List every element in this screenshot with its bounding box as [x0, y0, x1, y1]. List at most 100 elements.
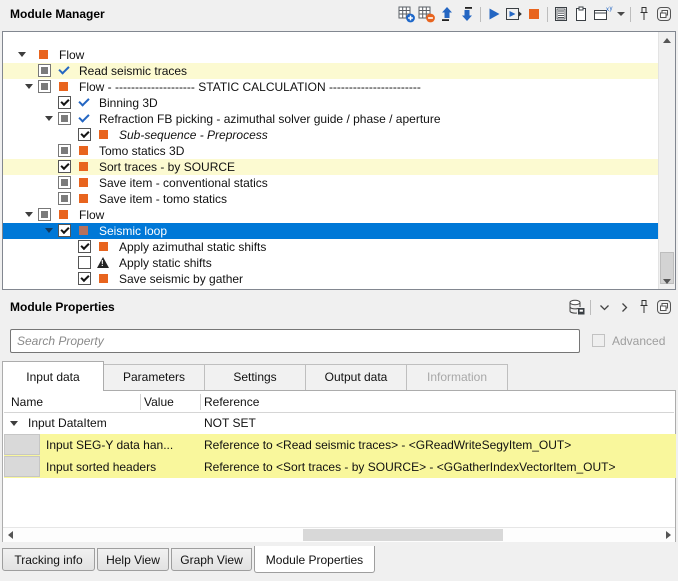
stop-button[interactable]: [524, 4, 544, 24]
scroll-left-button[interactable]: [3, 528, 17, 542]
dock-tab-module-properties[interactable]: Module Properties: [254, 546, 375, 573]
orange-square-icon: [59, 210, 68, 219]
clipboard-button[interactable]: [571, 4, 591, 24]
dock-tab-tracking-info[interactable]: Tracking info: [2, 548, 95, 571]
scroll-down-button[interactable]: [659, 273, 675, 289]
tree-row[interactable]: Apply azimuthal static shifts: [3, 239, 658, 255]
remove-module-icon: [418, 6, 436, 23]
expander-icon[interactable]: [25, 212, 33, 217]
tree-row[interactable]: Sort traces - by SOURCE: [3, 159, 658, 175]
run-interactive-button[interactable]: [504, 4, 524, 24]
table-row[interactable]: Input sorted headersReference to <Sort t…: [4, 456, 676, 478]
tree-row[interactable]: Sub-sequence - Preprocess: [3, 127, 658, 143]
row-checkbox[interactable]: [78, 272, 91, 285]
collapse-chevron-button[interactable]: [594, 297, 614, 317]
row-checkbox[interactable]: [78, 256, 91, 269]
expander-icon[interactable]: [25, 84, 33, 89]
pin-button[interactable]: [634, 4, 654, 24]
scrollbar-thumb[interactable]: [303, 529, 503, 541]
toolbar-separator: [590, 300, 591, 315]
float-button[interactable]: [654, 297, 674, 317]
row-checkbox[interactable]: [78, 240, 91, 253]
search-property-input[interactable]: [10, 329, 580, 353]
row-checkbox[interactable]: [58, 176, 71, 189]
pin-button[interactable]: [634, 297, 654, 317]
blue-check-icon: [78, 95, 89, 106]
dock-tab-graph-view[interactable]: Graph View: [171, 548, 252, 571]
pin-icon: [638, 299, 650, 315]
orange-square-icon: [79, 194, 88, 203]
expander-icon[interactable]: [45, 116, 53, 121]
scroll-up-button[interactable]: [659, 32, 675, 48]
row-checkbox[interactable]: [38, 80, 51, 93]
tree-row[interactable]: Flow - -------------------- STATIC CALCU…: [3, 79, 658, 95]
property-tabs: Input dataParametersSettingsOutput dataI…: [2, 361, 508, 390]
dock-tab-help-view[interactable]: Help View: [97, 548, 169, 571]
tree-row[interactable]: Save seismic by gather: [3, 271, 658, 287]
column-header-name[interactable]: Name: [11, 392, 43, 412]
tree-vertical-scrollbar[interactable]: [658, 32, 675, 289]
row-checkbox[interactable]: [38, 64, 51, 77]
module-tree[interactable]: FlowRead seismic tracesFlow - ----------…: [3, 32, 658, 289]
tree-row[interactable]: Save item - tomo statics: [3, 191, 658, 207]
expand-chevron-button[interactable]: [614, 297, 634, 317]
orange-square-icon: [79, 178, 88, 187]
move-down-button[interactable]: [457, 4, 477, 24]
database-save-icon: [568, 299, 586, 316]
log-view-button[interactable]: [551, 4, 571, 24]
row-checkbox[interactable]: [58, 144, 71, 157]
column-separator[interactable]: [200, 394, 201, 410]
tree-row[interactable]: Refraction FB picking - azimuthal solver…: [3, 111, 658, 127]
row-checkbox[interactable]: [78, 128, 91, 141]
tree-row[interactable]: Tomo statics 3D: [3, 143, 658, 159]
row-checkbox[interactable]: [58, 192, 71, 205]
add-module-button[interactable]: [397, 4, 417, 24]
tab-information: Information: [406, 364, 508, 390]
column-header-value[interactable]: Value: [144, 392, 174, 412]
move-up-button[interactable]: [437, 4, 457, 24]
expander-icon[interactable]: [10, 421, 18, 426]
row-checkbox[interactable]: [58, 160, 71, 173]
panel-title-text: Module Manager: [10, 7, 105, 21]
replica-dropdown-button[interactable]: [615, 4, 627, 24]
tree-row[interactable]: Save item - conventional statics: [3, 175, 658, 191]
remove-module-button[interactable]: [417, 4, 437, 24]
tree-row[interactable]: Flow: [3, 47, 658, 63]
orange-square-icon: [59, 82, 68, 91]
expander-icon[interactable]: [18, 52, 26, 57]
orange-square-icon: [99, 274, 108, 283]
advanced-checkbox[interactable]: [592, 334, 605, 347]
blue-check-icon: [78, 111, 89, 122]
tree-row[interactable]: Flow: [3, 207, 658, 223]
chevron-right-icon: [618, 301, 631, 314]
orange-square-icon: [39, 50, 48, 59]
replica-window-button[interactable]: xy: [591, 4, 615, 24]
table-row[interactable]: Input DataItemNOT SET: [4, 412, 676, 434]
tab-output-data[interactable]: Output data: [305, 364, 407, 390]
orange-square-icon: [79, 146, 88, 155]
float-button[interactable]: [654, 4, 674, 24]
scroll-right-button[interactable]: [661, 528, 675, 542]
tab-parameters[interactable]: Parameters: [103, 364, 205, 390]
tree-row[interactable]: Apply static shifts: [3, 255, 658, 271]
tab-input-data[interactable]: Input data: [2, 361, 104, 391]
column-header-reference[interactable]: Reference: [204, 392, 259, 412]
tree-row-label: Read seismic traces: [79, 63, 187, 79]
tree-row[interactable]: Read seismic traces: [3, 63, 658, 79]
row-checkbox[interactable]: [58, 224, 71, 237]
properties-table[interactable]: Input DataItemNOT SETInput SEG-Y data ha…: [4, 412, 676, 478]
column-separator[interactable]: [140, 394, 141, 410]
module-manager-toolbar: xy: [397, 4, 674, 24]
table-row[interactable]: Input SEG-Y data han...Reference to <Rea…: [4, 434, 676, 456]
row-checkbox[interactable]: [38, 208, 51, 221]
table-horizontal-scrollbar[interactable]: [3, 527, 675, 542]
tree-row[interactable]: Binning 3D: [3, 95, 658, 111]
database-save-button[interactable]: [567, 297, 587, 317]
bottom-dock-tabs: Tracking infoHelp ViewGraph ViewModule P…: [2, 546, 377, 573]
row-checkbox[interactable]: [58, 96, 71, 109]
run-button[interactable]: [484, 4, 504, 24]
row-checkbox[interactable]: [58, 112, 71, 125]
tab-settings[interactable]: Settings: [204, 364, 306, 390]
tree-row[interactable]: Seismic loop: [3, 223, 658, 239]
expander-icon[interactable]: [45, 228, 53, 233]
